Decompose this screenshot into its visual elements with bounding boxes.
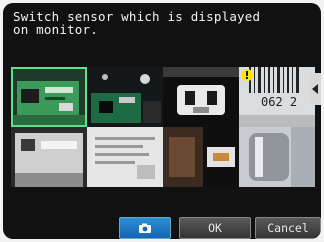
thumbnail-green-pcb-sensor[interactable] bbox=[11, 67, 87, 127]
camera-button[interactable] bbox=[119, 217, 171, 239]
camera-icon bbox=[139, 223, 151, 233]
ok-button[interactable]: OK bbox=[179, 217, 251, 239]
cancel-button[interactable]: Cancel bbox=[255, 217, 321, 239]
thumbnail-barcode-label[interactable]: 062 2 bbox=[239, 67, 315, 127]
barcode-number: 062 2 bbox=[261, 95, 298, 109]
thumbnail-printed-label[interactable] bbox=[87, 127, 163, 187]
thumbnail-circuit-board[interactable] bbox=[87, 67, 163, 127]
monitor-screen: Switch sensor which is displayed on moni… bbox=[3, 3, 321, 239]
sensor-thumbnail-grid: 062 2 bbox=[11, 67, 315, 187]
instruction-text: Switch sensor which is displayed on moni… bbox=[13, 10, 313, 36]
thumbnail-connector-part[interactable] bbox=[163, 67, 239, 127]
thumbnail-metal-bracket[interactable] bbox=[11, 127, 87, 187]
scroll-left-tab[interactable] bbox=[309, 73, 321, 105]
thumbnail-dark-component[interactable] bbox=[163, 127, 239, 187]
instruction-line-2: on monitor. bbox=[13, 22, 98, 37]
chevron-left-icon bbox=[312, 84, 318, 94]
thumbnail-metal-tube[interactable] bbox=[239, 127, 315, 187]
